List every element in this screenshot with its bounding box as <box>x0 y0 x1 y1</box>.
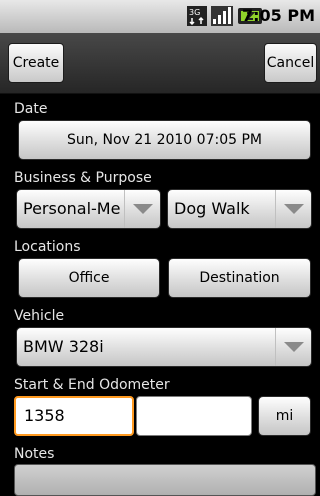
business-spinner-value: Personal-Me <box>23 199 121 218</box>
notes-input[interactable] <box>14 464 316 496</box>
vehicle-spinner[interactable]: BMW 328i <box>16 327 312 367</box>
to-location-button[interactable]: Destination <box>168 258 311 298</box>
date-picker-button[interactable]: Sun, Nov 21 2010 07:05 PM <box>18 120 311 160</box>
from-location-button[interactable]: Office <box>18 258 160 298</box>
purpose-dropdown-arrow <box>275 190 311 228</box>
cancel-button[interactable]: Cancel <box>264 43 317 83</box>
notes-label: Notes <box>14 446 55 462</box>
signal-icon <box>211 6 233 26</box>
chevron-down-icon <box>284 342 304 352</box>
business-spinner[interactable]: Personal-Me <box>16 189 161 229</box>
end-odometer-input[interactable] <box>136 396 252 436</box>
business-purpose-label: Business & Purpose <box>14 170 152 186</box>
business-dropdown-arrow <box>124 190 160 228</box>
chevron-down-icon <box>284 204 304 214</box>
chevron-down-icon <box>133 204 153 214</box>
purpose-spinner[interactable]: Dog Walk <box>167 189 312 229</box>
locations-label: Locations <box>14 239 81 255</box>
date-label: Date <box>14 101 48 117</box>
create-button[interactable]: Create <box>8 43 64 83</box>
action-toolbar: Create Cancel <box>0 33 320 94</box>
odometer-label: Start & End Odometer <box>14 377 170 393</box>
purpose-spinner-value: Dog Walk <box>174 199 250 218</box>
vehicle-label: Vehicle <box>14 308 65 324</box>
start-odometer-input[interactable]: 1358 <box>14 396 134 436</box>
status-bar: 3G 7:05 PM <box>0 0 320 33</box>
3g-icon: 3G <box>187 6 207 26</box>
status-time: 7:05 PM <box>241 6 315 25</box>
vehicle-dropdown-arrow <box>275 328 311 366</box>
network-type-label: 3G <box>189 8 200 17</box>
vehicle-spinner-value: BMW 328i <box>23 337 104 356</box>
unit-toggle-button[interactable]: mi <box>258 396 311 436</box>
